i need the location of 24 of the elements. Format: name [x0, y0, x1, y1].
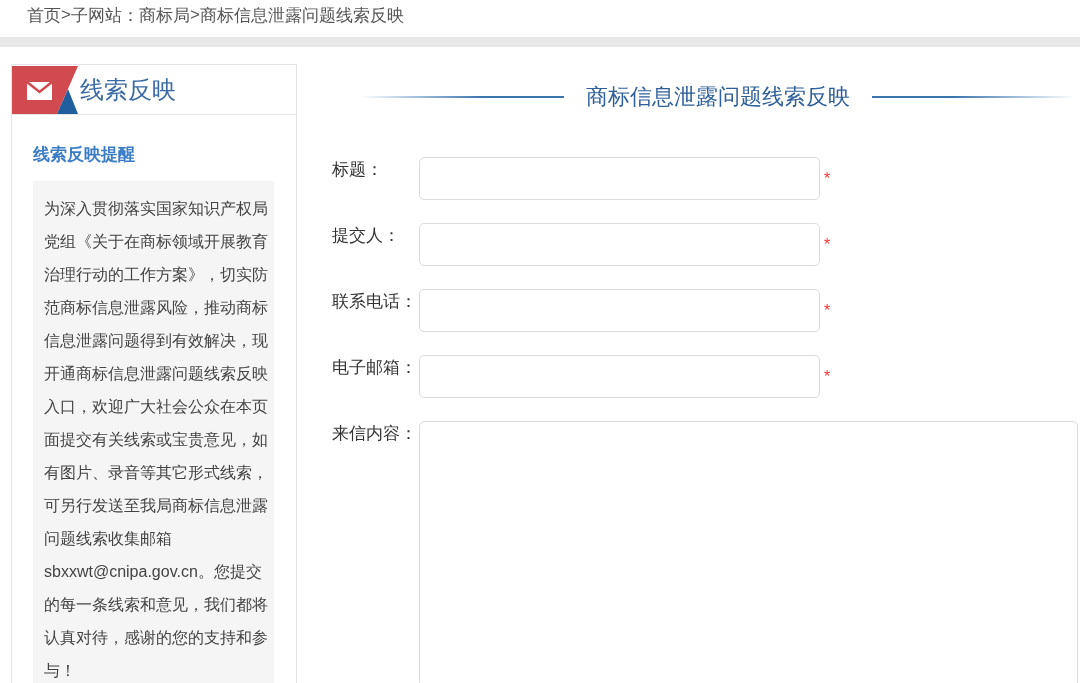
- required-mark: *: [824, 171, 831, 187]
- field-label: 提交人：: [332, 225, 401, 247]
- notice-text: 为深入贯彻落实国家知识产权局党组《关于在商标领域开展教育治理行动的工作方案》，切实防范商标信息泄露风险，推动商标信息泄露问题得到有效解决，现开通商标信息泄露问题线索反映入口，欢迎广大社会公众在本页面提交有关线索或宝贵意见，如有图片、录音等其它形式线索，可另行发送至我局商标信息泄露问题线索收集邮箱sbxxwt@cnipa.gov.cn。您提交的每一条线索和意见，我们都将认真对待，感谢的您的支持和参与！: [44, 199, 269, 681]
- breadcrumb-separator: >: [61, 5, 71, 25]
- required-mark: *: [824, 303, 831, 319]
- breadcrumb-link[interactable]: 子网站：商标局: [70, 3, 190, 27]
- breadcrumb-link[interactable]: 商标信息泄露问题线索反映: [199, 3, 404, 27]
- input-field[interactable]: [419, 223, 820, 266]
- field-label: 联系电话：: [332, 291, 418, 313]
- input-field[interactable]: [419, 355, 820, 398]
- field-label: 来信内容：: [332, 423, 418, 445]
- text-area-field[interactable]: [419, 421, 1078, 683]
- envelope-icon: [12, 65, 78, 114]
- input-field[interactable]: [419, 157, 820, 200]
- required-mark: *: [824, 369, 831, 385]
- required-mark: *: [824, 237, 831, 253]
- notice-heading: 线索反映提醒: [33, 144, 135, 166]
- field-label: 电子邮箱：: [332, 357, 418, 379]
- form-title: 商标信息泄露问题线索反映: [585, 83, 850, 111]
- breadcrumb-separator: >: [189, 5, 200, 25]
- input-field[interactable]: [419, 289, 820, 332]
- field-label: 标题：: [332, 159, 384, 181]
- sidebar-title: 线索反映: [80, 74, 176, 105]
- breadcrumb-link[interactable]: 首页: [27, 3, 61, 27]
